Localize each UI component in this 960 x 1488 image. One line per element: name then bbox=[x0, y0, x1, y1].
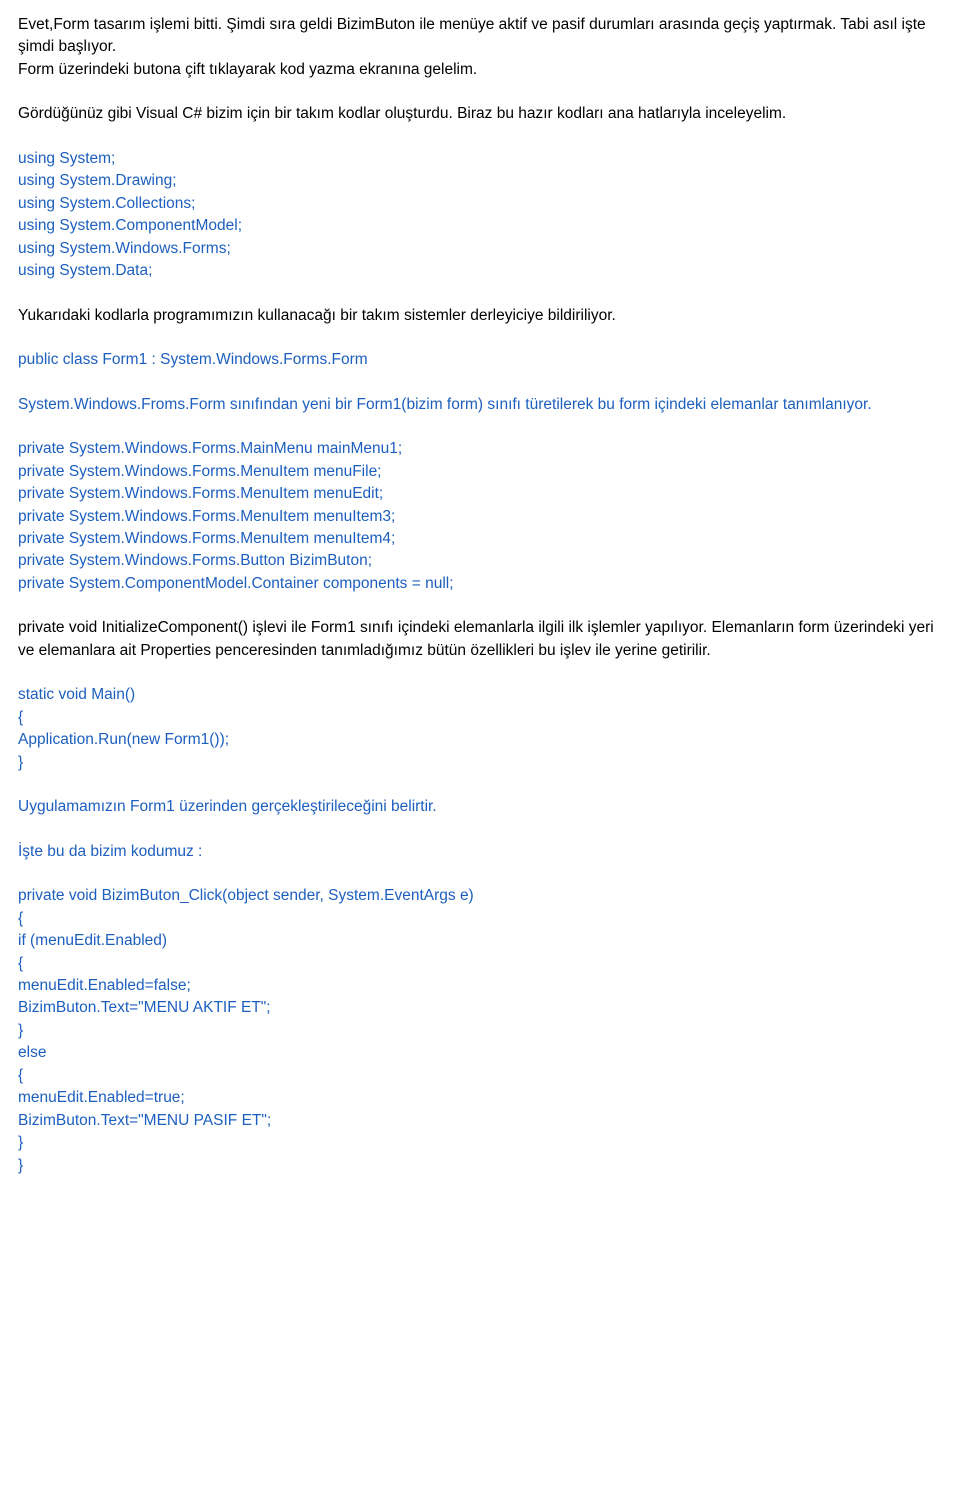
code-line: menuEdit.Enabled=true; bbox=[18, 1087, 942, 1109]
paragraph-initcomponent: private void InitializeComponent() işlev… bbox=[18, 617, 942, 662]
code-line: { bbox=[18, 908, 942, 930]
code-line: menuEdit.Enabled=false; bbox=[18, 975, 942, 997]
code-class-decl: public class Form1 : System.Windows.Form… bbox=[18, 349, 942, 371]
paragraph-main-explain: Uygulamamızın Form1 üzerinden gerçekleşt… bbox=[18, 796, 942, 818]
paragraph-our-code: İşte bu da bizim kodumuz : bbox=[18, 841, 942, 863]
code-line: private System.Windows.Forms.MainMenu ma… bbox=[18, 438, 942, 460]
code-line: { bbox=[18, 1065, 942, 1087]
paragraph-class-explain: System.Windows.Froms.Form sınıfından yen… bbox=[18, 394, 942, 416]
code-line: } bbox=[18, 1132, 942, 1154]
code-line: Application.Run(new Form1()); bbox=[18, 729, 942, 751]
code-main-block: static void Main() { Application.Run(new… bbox=[18, 684, 942, 774]
text: Form üzerindeki butona çift tıklayarak k… bbox=[18, 61, 477, 78]
code-line: BizimButon.Text="MENU PASIF ET"; bbox=[18, 1110, 942, 1132]
code-line: using System.Drawing; bbox=[18, 170, 942, 192]
code-line: using System.Data; bbox=[18, 260, 942, 282]
code-privates-block: private System.Windows.Forms.MainMenu ma… bbox=[18, 438, 942, 595]
code-line: BizimButon.Text="MENU AKTIF ET"; bbox=[18, 997, 942, 1019]
text: Evet,Form tasarım işlemi bitti. Şimdi sı… bbox=[18, 16, 926, 55]
code-line: private System.ComponentModel.Container … bbox=[18, 573, 942, 595]
paragraph-inspect: Gördüğünüz gibi Visual C# bizim için bir… bbox=[18, 103, 942, 125]
paragraph-intro: Evet,Form tasarım işlemi bitti. Şimdi sı… bbox=[18, 14, 942, 81]
code-line: } bbox=[18, 1155, 942, 1177]
code-line: private System.Windows.Forms.MenuItem me… bbox=[18, 528, 942, 550]
code-using-block: using System; using System.Drawing; usin… bbox=[18, 148, 942, 283]
code-line: private System.Windows.Forms.MenuItem me… bbox=[18, 483, 942, 505]
code-line: static void Main() bbox=[18, 684, 942, 706]
code-line: using System.Collections; bbox=[18, 193, 942, 215]
code-line: } bbox=[18, 1020, 942, 1042]
code-line: else bbox=[18, 1042, 942, 1064]
code-line: using System; bbox=[18, 148, 942, 170]
code-line: private System.Windows.Forms.Button Bizi… bbox=[18, 550, 942, 572]
code-line: using System.ComponentModel; bbox=[18, 215, 942, 237]
code-line: if (menuEdit.Enabled) bbox=[18, 930, 942, 952]
code-line: } bbox=[18, 752, 942, 774]
code-handler-block: private void BizimButon_Click(object sen… bbox=[18, 885, 942, 1177]
code-line: using System.Windows.Forms; bbox=[18, 238, 942, 260]
paragraph-using-explain: Yukarıdaki kodlarla programımızın kullan… bbox=[18, 305, 942, 327]
code-line: private System.Windows.Forms.MenuItem me… bbox=[18, 506, 942, 528]
code-line: { bbox=[18, 707, 942, 729]
code-line: { bbox=[18, 953, 942, 975]
code-line: private System.Windows.Forms.MenuItem me… bbox=[18, 461, 942, 483]
code-line: private void BizimButon_Click(object sen… bbox=[18, 885, 942, 907]
